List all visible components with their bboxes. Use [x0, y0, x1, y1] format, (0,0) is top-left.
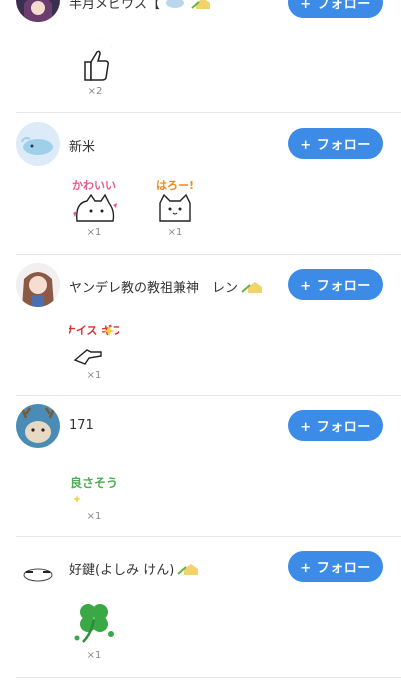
follow-button[interactable]: + フォロー	[288, 551, 383, 582]
house-icon	[240, 280, 266, 294]
avatar[interactable]	[16, 545, 60, 589]
avatar[interactable]	[16, 0, 60, 22]
user-name[interactable]: 新米	[69, 136, 95, 155]
avatar[interactable]	[16, 263, 60, 307]
follow-button[interactable]: + フォロー	[288, 269, 383, 300]
svg-text:ナイス: ナイス	[76, 37, 115, 52]
looks-good-text-icon: 良さそう	[70, 475, 118, 503]
reaction-count: ×1	[167, 227, 183, 238]
user-name[interactable]: 171	[69, 418, 94, 433]
reaction-stamp[interactable]: ナイス ×2	[70, 34, 120, 97]
svg-text:かわいい: かわいい	[72, 179, 116, 192]
divider	[16, 254, 401, 255]
reaction-count: ×1	[86, 511, 102, 522]
reaction-stamp[interactable]: はろー! ×1	[150, 177, 200, 238]
fish-icon	[162, 0, 188, 10]
follow-button[interactable]: + フォロー	[288, 410, 383, 441]
reaction-stamp[interactable]: 良さそう ×1	[69, 461, 119, 522]
user-name[interactable]: ヤンデレ教の教祖兼神 レン	[69, 277, 266, 296]
avatar[interactable]	[16, 122, 60, 166]
reaction-count: ×2	[87, 86, 103, 97]
avatar[interactable]	[16, 404, 60, 448]
reaction-count: ×1	[86, 370, 102, 381]
reaction-stamp[interactable]: ×1	[69, 598, 119, 661]
divider	[16, 536, 401, 537]
pointing-hand-icon: ナイス ギフ	[69, 323, 119, 365]
svg-text:はろー!: はろー!	[156, 179, 194, 192]
clover-icon	[74, 604, 114, 643]
reaction-count: ×1	[86, 650, 102, 661]
house-icon	[176, 562, 202, 576]
user-name[interactable]: 半月メビウス【	[69, 0, 216, 12]
follow-button[interactable]: + フォロー	[288, 128, 383, 159]
divider	[16, 395, 401, 396]
reaction-count: ×1	[86, 227, 102, 238]
user-name[interactable]: 好鍵(よしみ けん)	[69, 559, 202, 578]
reaction-stamp[interactable]: ナイス ギフ ×1	[69, 320, 119, 381]
house-icon	[190, 0, 216, 10]
divider	[16, 112, 401, 113]
cute-cat-icon: かわいい	[72, 179, 117, 222]
hello-cat-icon: はろー!	[156, 179, 194, 222]
thumbs-up-icon: ナイス	[75, 37, 115, 81]
divider	[16, 677, 401, 678]
svg-text:ナイス ギフ: ナイス ギフ	[69, 323, 119, 337]
follow-button[interactable]: + フォロー	[288, 0, 383, 18]
reaction-stamp[interactable]: かわいい ×1	[69, 177, 119, 238]
svg-text:良さそう: 良さそう	[70, 475, 118, 490]
